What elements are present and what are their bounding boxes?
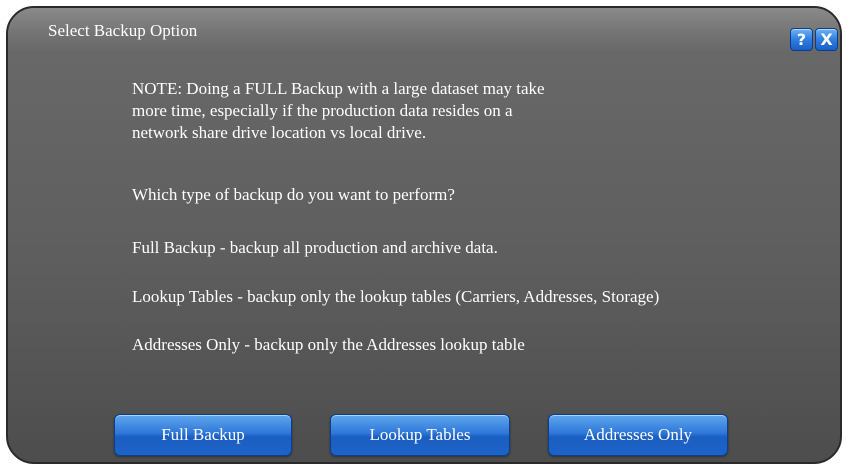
lookup-tables-button[interactable]: Lookup Tables — [330, 414, 510, 456]
dialog-title: Select Backup Option — [48, 21, 198, 40]
full-backup-description: Full Backup - backup all production and … — [132, 238, 498, 257]
close-button[interactable]: X — [815, 28, 838, 51]
help-button[interactable]: ? — [790, 28, 813, 51]
backup-option-dialog: Select Backup Option ? X NOTE: Doing a F… — [6, 6, 842, 464]
close-icon: X — [820, 30, 833, 49]
note-text: NOTE: Doing a FULL Backup with a large d… — [132, 78, 822, 144]
addresses-only-description: Addresses Only - backup only the Address… — [132, 335, 525, 354]
question-mark-icon: ? — [796, 30, 807, 49]
note-line: network share drive location vs local dr… — [132, 123, 427, 142]
note-line: NOTE: Doing a FULL Backup with a large d… — [132, 79, 545, 98]
addresses-only-button[interactable]: Addresses Only — [548, 414, 728, 456]
dialog-titlebar: Select Backup Option ? X — [8, 8, 840, 54]
full-backup-button[interactable]: Full Backup — [114, 414, 292, 456]
lookup-tables-description: Lookup Tables - backup only the lookup t… — [132, 287, 660, 306]
note-line: more time, especially if the production … — [132, 101, 513, 120]
dialog-message: NOTE: Doing a FULL Backup with a large d… — [132, 78, 822, 354]
question-text: Which type of backup do you want to perf… — [132, 185, 455, 204]
